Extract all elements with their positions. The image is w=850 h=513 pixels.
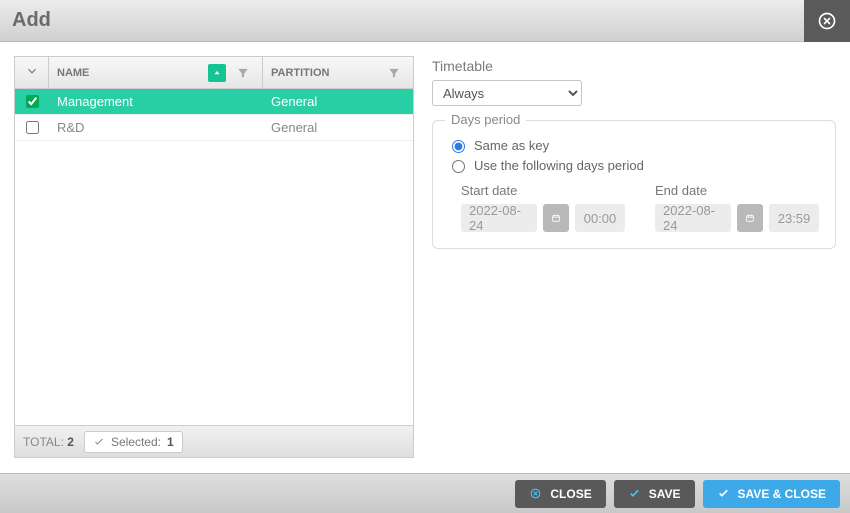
row-partition: General xyxy=(263,94,413,109)
items-grid: NAME PARTITION Management xyxy=(14,56,414,458)
radio-same-as-key-input[interactable] xyxy=(452,140,465,153)
check-icon xyxy=(717,487,730,500)
dialog-content: NAME PARTITION Management xyxy=(0,42,850,472)
start-date-input[interactable]: 2022-08-24 xyxy=(461,204,537,232)
dialog-title: Add xyxy=(12,9,51,32)
row-checkbox[interactable] xyxy=(26,95,39,108)
sort-asc-button[interactable] xyxy=(208,64,226,82)
column-header-name[interactable]: NAME xyxy=(49,57,263,88)
days-period-legend: Days period xyxy=(445,112,526,127)
timetable-label: Timetable xyxy=(432,58,836,74)
close-circle-icon xyxy=(529,487,542,500)
row-checkbox[interactable] xyxy=(26,121,39,134)
right-panel: Timetable Always Days period Same as key… xyxy=(432,56,836,458)
end-date-picker-button[interactable] xyxy=(737,204,763,232)
dates-row: Start date 2022-08-24 00:00 End date 202… xyxy=(447,183,821,232)
dialog-close-button[interactable] xyxy=(804,0,850,42)
row-name: Management xyxy=(49,94,263,109)
grid-header: NAME PARTITION xyxy=(15,57,413,89)
filter-icon xyxy=(387,66,401,80)
dialog-header: Add xyxy=(0,0,850,42)
radio-custom-period-input[interactable] xyxy=(452,160,465,173)
column-header-name-label: NAME xyxy=(57,67,89,79)
save-close-button[interactable]: SAVE & CLOSE xyxy=(703,480,840,508)
column-header-partition-label: PARTITION xyxy=(271,67,329,79)
select-all-cell[interactable] xyxy=(15,57,49,88)
calendar-icon xyxy=(745,211,755,225)
check-icon xyxy=(628,487,641,500)
radio-custom-period[interactable]: Use the following days period xyxy=(447,157,821,173)
filter-icon xyxy=(236,66,250,80)
chevron-down-icon xyxy=(25,64,39,81)
grid-body: Management General R&D General xyxy=(15,89,413,425)
end-date-column: End date 2022-08-24 23:59 xyxy=(655,183,819,232)
days-period-group: Days period Same as key Use the followin… xyxy=(432,120,836,249)
check-icon xyxy=(93,436,105,448)
start-date-column: Start date 2022-08-24 00:00 xyxy=(461,183,625,232)
column-header-partition[interactable]: PARTITION xyxy=(263,57,413,88)
row-name: R&D xyxy=(49,120,263,135)
start-time-input[interactable]: 00:00 xyxy=(575,204,625,232)
dialog-footer: CLOSE SAVE SAVE & CLOSE xyxy=(0,473,850,513)
filter-partition-button[interactable] xyxy=(383,62,405,84)
close-icon xyxy=(817,11,837,31)
timetable-select[interactable]: Always xyxy=(432,80,582,106)
end-date-input[interactable]: 2022-08-24 xyxy=(655,204,731,232)
table-row[interactable]: R&D General xyxy=(15,115,413,141)
table-row[interactable]: Management General xyxy=(15,89,413,115)
row-partition: General xyxy=(263,120,413,135)
calendar-icon xyxy=(551,211,561,225)
end-date-label: End date xyxy=(655,183,819,198)
filter-name-button[interactable] xyxy=(232,62,254,84)
total-count: TOTAL: 2 xyxy=(23,435,74,449)
selected-chip[interactable]: Selected: 1 xyxy=(84,431,183,453)
sort-asc-icon xyxy=(212,68,222,78)
close-button[interactable]: CLOSE xyxy=(515,480,605,508)
start-date-label: Start date xyxy=(461,183,625,198)
start-date-picker-button[interactable] xyxy=(543,204,569,232)
end-time-input[interactable]: 23:59 xyxy=(769,204,819,232)
save-button[interactable]: SAVE xyxy=(614,480,695,508)
grid-footer: TOTAL: 2 Selected: 1 xyxy=(15,425,413,457)
radio-same-as-key[interactable]: Same as key xyxy=(447,137,821,153)
